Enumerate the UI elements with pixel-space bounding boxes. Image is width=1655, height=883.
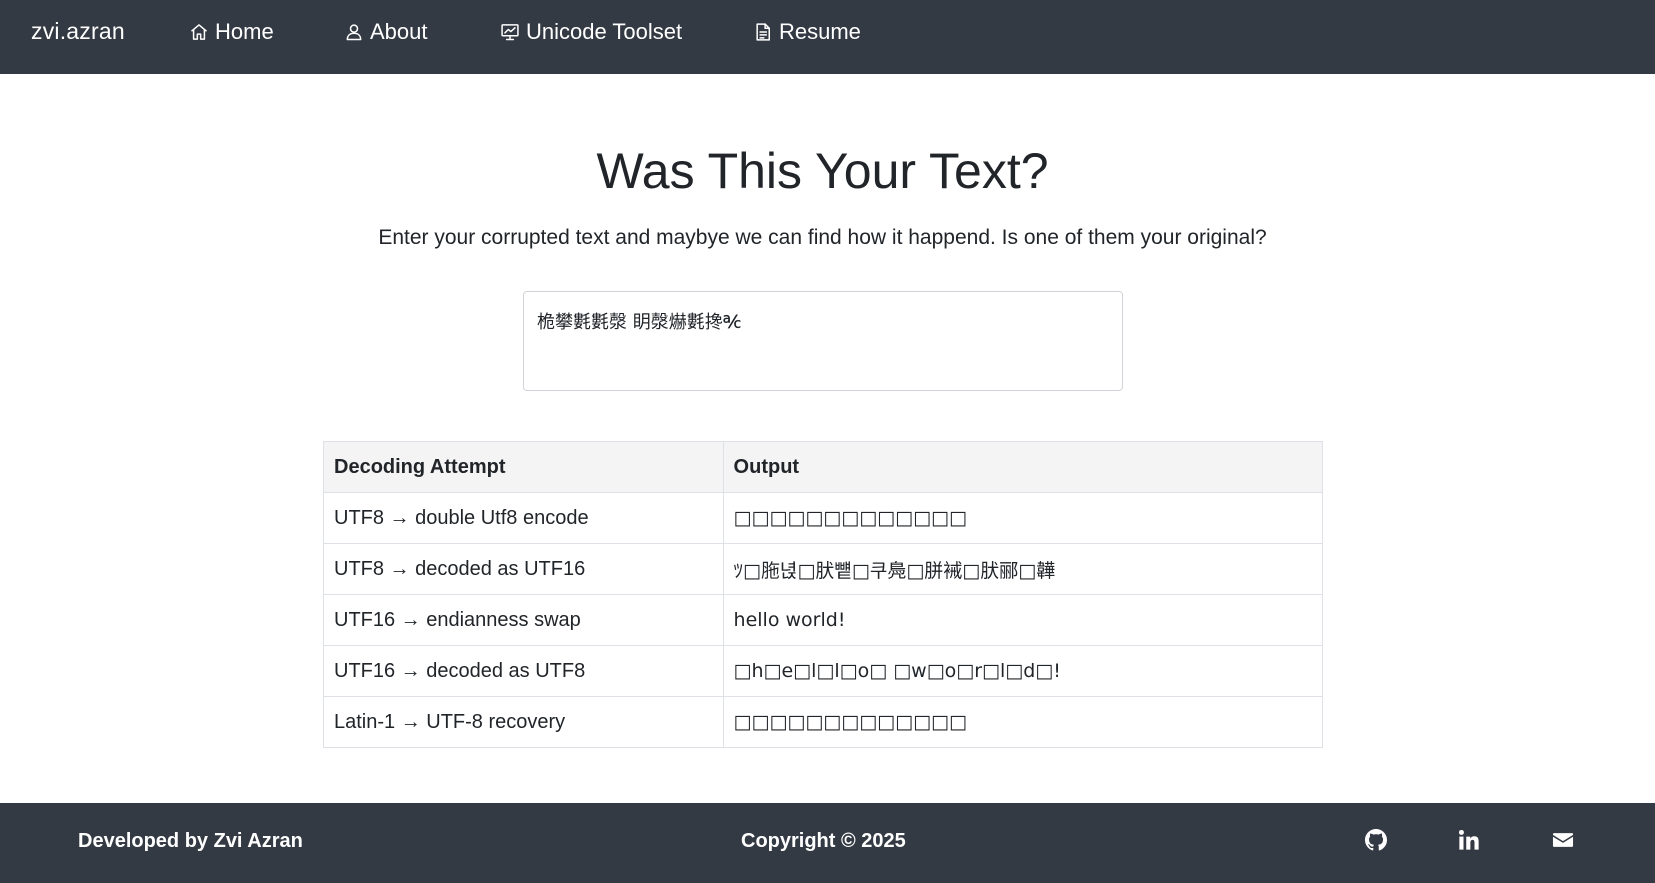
presentation-chart-icon xyxy=(499,21,521,43)
output-cell: ﾂ□胣녅□肰뻍□쿠鳧□胼裓□肰郦□韡 xyxy=(722,543,1324,595)
document-icon xyxy=(752,21,774,43)
table-header-row: Decoding Attempt Output xyxy=(323,441,1324,493)
table-row: UTF8 → double Utf8 encode □□□□□□□□□□□□□ xyxy=(323,492,1324,544)
page-subtitle: Enter your corrupted text and maybye we … xyxy=(378,226,1267,249)
nav-item-label: Unicode Toolset xyxy=(526,19,683,44)
nav-item-resume[interactable]: Resume xyxy=(752,17,861,47)
output-cell: □h□e□l□l□o□ □w□o□r□l□d□! xyxy=(722,645,1324,697)
nav-item-label: Resume xyxy=(779,19,861,44)
main-content: Was This Your Text? Enter your corrupted… xyxy=(0,74,1655,803)
footer-copyright-text: Copyright © 2025 xyxy=(741,830,906,852)
attempt-cell: UTF16 → decoded as UTF8 xyxy=(323,645,724,697)
mail-icon[interactable] xyxy=(1550,827,1576,853)
nav-item-home[interactable]: Home xyxy=(188,17,274,47)
table-row: UTF8 → decoded as UTF16 ﾂ□胣녅□肰뻍□쿠鳧□胼裓□肰郦… xyxy=(323,543,1324,595)
table-row: UTF16 → decoded as UTF8 □h□e□l□l□o□ □w□o… xyxy=(323,645,1324,697)
table-row: UTF16 → endianness swap hello world! xyxy=(323,594,1324,646)
table-row: Latin-1 → UTF-8 recovery □□□□□□□□□□□□□ xyxy=(323,696,1324,748)
column-header-attempt: Decoding Attempt xyxy=(323,441,724,493)
page-footer: Developed by Zvi Azran Copyright © 2025 xyxy=(0,803,1655,883)
attempt-cell: UTF8 → decoded as UTF16 xyxy=(323,543,724,595)
decoding-results-table: Decoding Attempt Output UTF8 → double Ut… xyxy=(323,441,1324,748)
nav-item-about[interactable]: About xyxy=(343,17,428,47)
output-cell: □□□□□□□□□□□□□ xyxy=(722,696,1324,748)
attempt-cell: Latin-1 → UTF-8 recovery xyxy=(323,696,724,748)
user-icon xyxy=(343,21,365,43)
page-title: Was This Your Text? xyxy=(596,143,1049,199)
attempt-cell: UTF8 → double Utf8 encode xyxy=(323,492,724,544)
github-icon[interactable] xyxy=(1363,827,1389,853)
attempt-cell: UTF16 → endianness swap xyxy=(323,594,724,646)
corrupted-text-input[interactable] xyxy=(523,291,1123,391)
output-cell: hello world! xyxy=(722,594,1324,646)
home-icon xyxy=(188,21,210,43)
linkedin-icon[interactable] xyxy=(1456,827,1482,853)
column-header-output: Output xyxy=(722,441,1324,493)
output-cell: □□□□□□□□□□□□□ xyxy=(722,492,1324,544)
top-navbar: zvi.azran Home About Unicode Toolset Res… xyxy=(0,0,1655,74)
nav-item-label: Home xyxy=(215,19,274,44)
footer-developer-text: Developed by Zvi Azran xyxy=(78,830,303,852)
brand-link[interactable]: zvi.azran xyxy=(31,18,125,45)
nav-item-label: About xyxy=(370,19,428,44)
nav-item-unicode-toolset[interactable]: Unicode Toolset xyxy=(499,17,682,47)
